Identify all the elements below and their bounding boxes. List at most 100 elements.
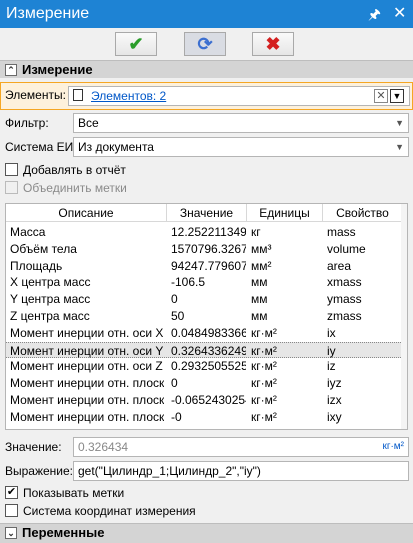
col-header-value[interactable]: Значение [167,204,247,222]
close-icon[interactable]: ✕ [393,0,406,28]
table-cell: 50 [171,309,185,323]
table-cell: mass [327,225,356,239]
table-row[interactable]: Момент инерции отн. плоскос -0.0652430254… [6,392,403,408]
table-cell: мм [251,309,268,323]
table-row[interactable]: Момент инерции отн. плоскос 0 кг·м² iyz [6,375,403,391]
section-variables-title: Переменные [22,525,105,540]
section-measurement-title: Измерение [22,62,93,77]
filter-label: Фильтр: [5,116,49,130]
table-cell: кг·м² [251,409,277,424]
add-report-label: Добавлять в отчёт [23,163,126,177]
table-cell: кг·м² [251,393,277,407]
table-cell: X центра масс [10,275,91,290]
table-cell: -0.0652430254 [171,393,246,407]
merge-marks-label: Объединить метки [23,181,127,195]
table-cell: Момент инерции отн. плоскос [10,409,164,424]
table-row[interactable]: Момент инерции отн. оси X 0.0484983366 кг·… [6,325,403,341]
table-row[interactable]: Z центра масс 50 мм zmass [6,308,403,324]
units-system-value: Из документа [78,140,154,154]
filter-value: Все [78,116,99,130]
table-cell: Момент инерции отн. оси Z [10,359,163,374]
table-row[interactable]: Момент инерции отн. плоскос -0 кг·м² ixy [6,409,403,425]
table-cell: -0 [171,409,182,424]
table-row[interactable]: X центра масс -106.5 мм xmass [6,274,403,290]
table-cell: Момент инерции отн. плоскос [10,393,164,407]
table-cell: izx [327,393,342,407]
table-cell: volume [327,241,366,256]
show-marks-label: Показывать метки [23,486,125,500]
table-cell: кг·м² [251,343,277,358]
table-cell: ymass [327,292,362,307]
table-cell: ix [327,325,336,340]
table-cell: Z центра масс [10,309,90,323]
chevron-down-icon[interactable]: ▼ [390,89,404,103]
table-scrollbar[interactable] [401,204,407,429]
expression-input[interactable]: get("Цилиндр_1;Цилиндр_2","iy") [73,461,409,481]
table-cell: -106.5 [171,275,206,290]
coord-system-checkbox[interactable] [5,504,18,517]
show-marks-checkbox[interactable]: ✔ [5,486,18,499]
table-cell: xmass [327,275,362,290]
table-row[interactable]: Масса 12.252211349 кг mass [6,224,403,240]
table-cell: ixy [327,409,342,424]
results-table: Описание Значение Единицы Свойство Масса… [5,203,408,430]
chevron-down-icon: ▼ [395,142,404,152]
table-cell: мм [251,292,268,307]
table-cell: кг·м² [251,359,277,374]
table-row[interactable]: Момент инерции отн. оси Y 0.3264336249 кг·… [6,341,403,358]
expression-text: get("Цилиндр_1;Цилиндр_2","iy") [78,464,261,478]
units-system-label: Система ЕИ: [5,140,77,154]
table-cell: мм³ [251,241,272,256]
col-header-description[interactable]: Описание [6,204,167,222]
value-unit: кг·м² [382,441,404,452]
elements-field[interactable]: Элементов: 2 ✕ ▼ [68,86,410,106]
units-system-select[interactable]: Из документа ▼ [73,137,409,157]
table-cell: 12.252211349 [171,225,246,239]
table-cell: кг·м² [251,376,277,391]
table-cell: 0.3264336249 [171,343,246,358]
col-header-units[interactable]: Единицы [247,204,323,222]
table-cell: Y центра масс [10,292,91,307]
table-cell: кг [251,225,261,239]
expand-icon[interactable]: ⌄ [5,527,17,539]
table-cell: 0 [171,376,178,391]
cancel-button[interactable]: ✖ [252,32,294,56]
ok-button[interactable]: ✔ [115,32,157,56]
refresh-button[interactable]: ⟳ [184,32,226,56]
value-label: Значение: [5,440,62,454]
table-cell: area [327,258,352,273]
table-cell: iyz [327,376,342,391]
table-cell: кг·м² [251,325,277,340]
elements-link[interactable]: Элементов: 2 [91,87,166,105]
table-cell: iz [327,359,336,374]
expression-label: Выражение: [5,464,74,478]
table-cell: мм [251,275,268,290]
title-bar: Измерение 🖈 ✕ [0,0,413,28]
coord-system-label: Система координат измерения [23,504,196,518]
table-cell: iy [327,343,336,358]
table-cell: 0 [171,292,178,307]
section-variables-header[interactable]: ⌄ Переменные [0,523,413,543]
elements-label: Элементы: [5,88,66,102]
merge-marks-checkbox[interactable] [5,181,18,194]
table-cell: 1570796.32679 [171,241,246,256]
pin-icon[interactable]: 🖈 [368,0,381,28]
table-cell: Объём тела [10,241,77,256]
table-cell: Момент инерции отн. оси X [10,325,164,340]
col-header-property[interactable]: Свойство [323,204,403,222]
filter-select[interactable]: Все ▼ [73,113,409,133]
table-row[interactable]: Объём тела 1570796.32679 мм³ volume [6,241,403,257]
table-cell: 94247.7796076 [171,258,246,273]
add-report-checkbox[interactable] [5,163,18,176]
table-row[interactable]: Площадь 94247.7796076 мм² area [6,258,403,274]
table-cell: Момент инерции отн. оси Y [10,343,164,358]
table-cell: 0.2932505525 [171,359,246,374]
clear-icon[interactable]: ✕ [374,89,388,103]
collapse-icon[interactable]: ⌃ [5,64,17,76]
table-cell: Масса [10,225,46,239]
window-title: Измерение [6,5,90,22]
value-text: 0.326434 [78,440,129,454]
table-row[interactable]: Y центра масс 0 мм ymass [6,291,403,307]
section-measurement-header[interactable]: ⌃ Измерение [0,60,413,78]
table-row[interactable]: Момент инерции отн. оси Z 0.2932505525 кг·… [6,358,403,374]
